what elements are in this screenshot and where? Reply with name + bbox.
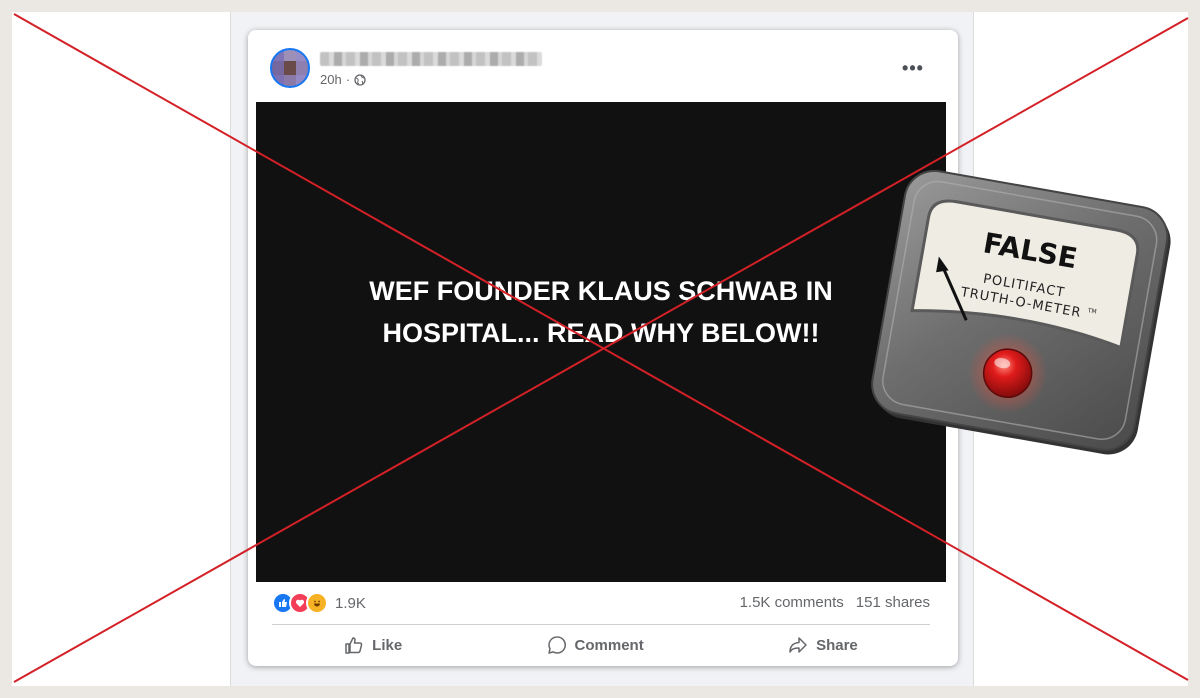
globe-icon [354, 73, 366, 86]
author-avatar[interactable] [270, 48, 310, 88]
reactions-summary[interactable]: 1.9K [272, 592, 366, 614]
share-button[interactable]: Share [788, 635, 858, 655]
post-timestamp[interactable]: 20h [320, 72, 342, 87]
thumbs-up-icon [345, 637, 363, 654]
post-actions: Like Comment Share [272, 628, 930, 662]
meta-separator: · [345, 72, 351, 87]
shares-count[interactable]: 151 shares [856, 594, 930, 611]
comment-button[interactable]: Comment [547, 635, 644, 655]
like-button[interactable]: Like [344, 635, 402, 655]
reactions-count: 1.9K [335, 594, 366, 612]
post-meta: 20h · [320, 72, 366, 87]
more-options-icon[interactable]: ••• [900, 58, 926, 78]
comment-label: Comment [574, 636, 644, 654]
engagement-stats: 1.5K comments 151 shares [740, 594, 930, 611]
comment-icon [547, 636, 566, 654]
post-media-text: WEF FOUNDER KLAUS SCHWAB IN HOSPITAL... … [369, 276, 833, 348]
share-arrow-icon [789, 637, 807, 653]
comments-count[interactable]: 1.5K comments [740, 594, 844, 611]
post-media[interactable]: WEF FOUNDER KLAUS SCHWAB IN HOSPITAL... … [256, 102, 946, 582]
haha-reaction-icon [306, 592, 328, 614]
actions-divider [272, 624, 930, 625]
author-name-blurred[interactable] [320, 52, 542, 66]
like-label: Like [372, 636, 403, 654]
share-label: Share [816, 636, 858, 654]
